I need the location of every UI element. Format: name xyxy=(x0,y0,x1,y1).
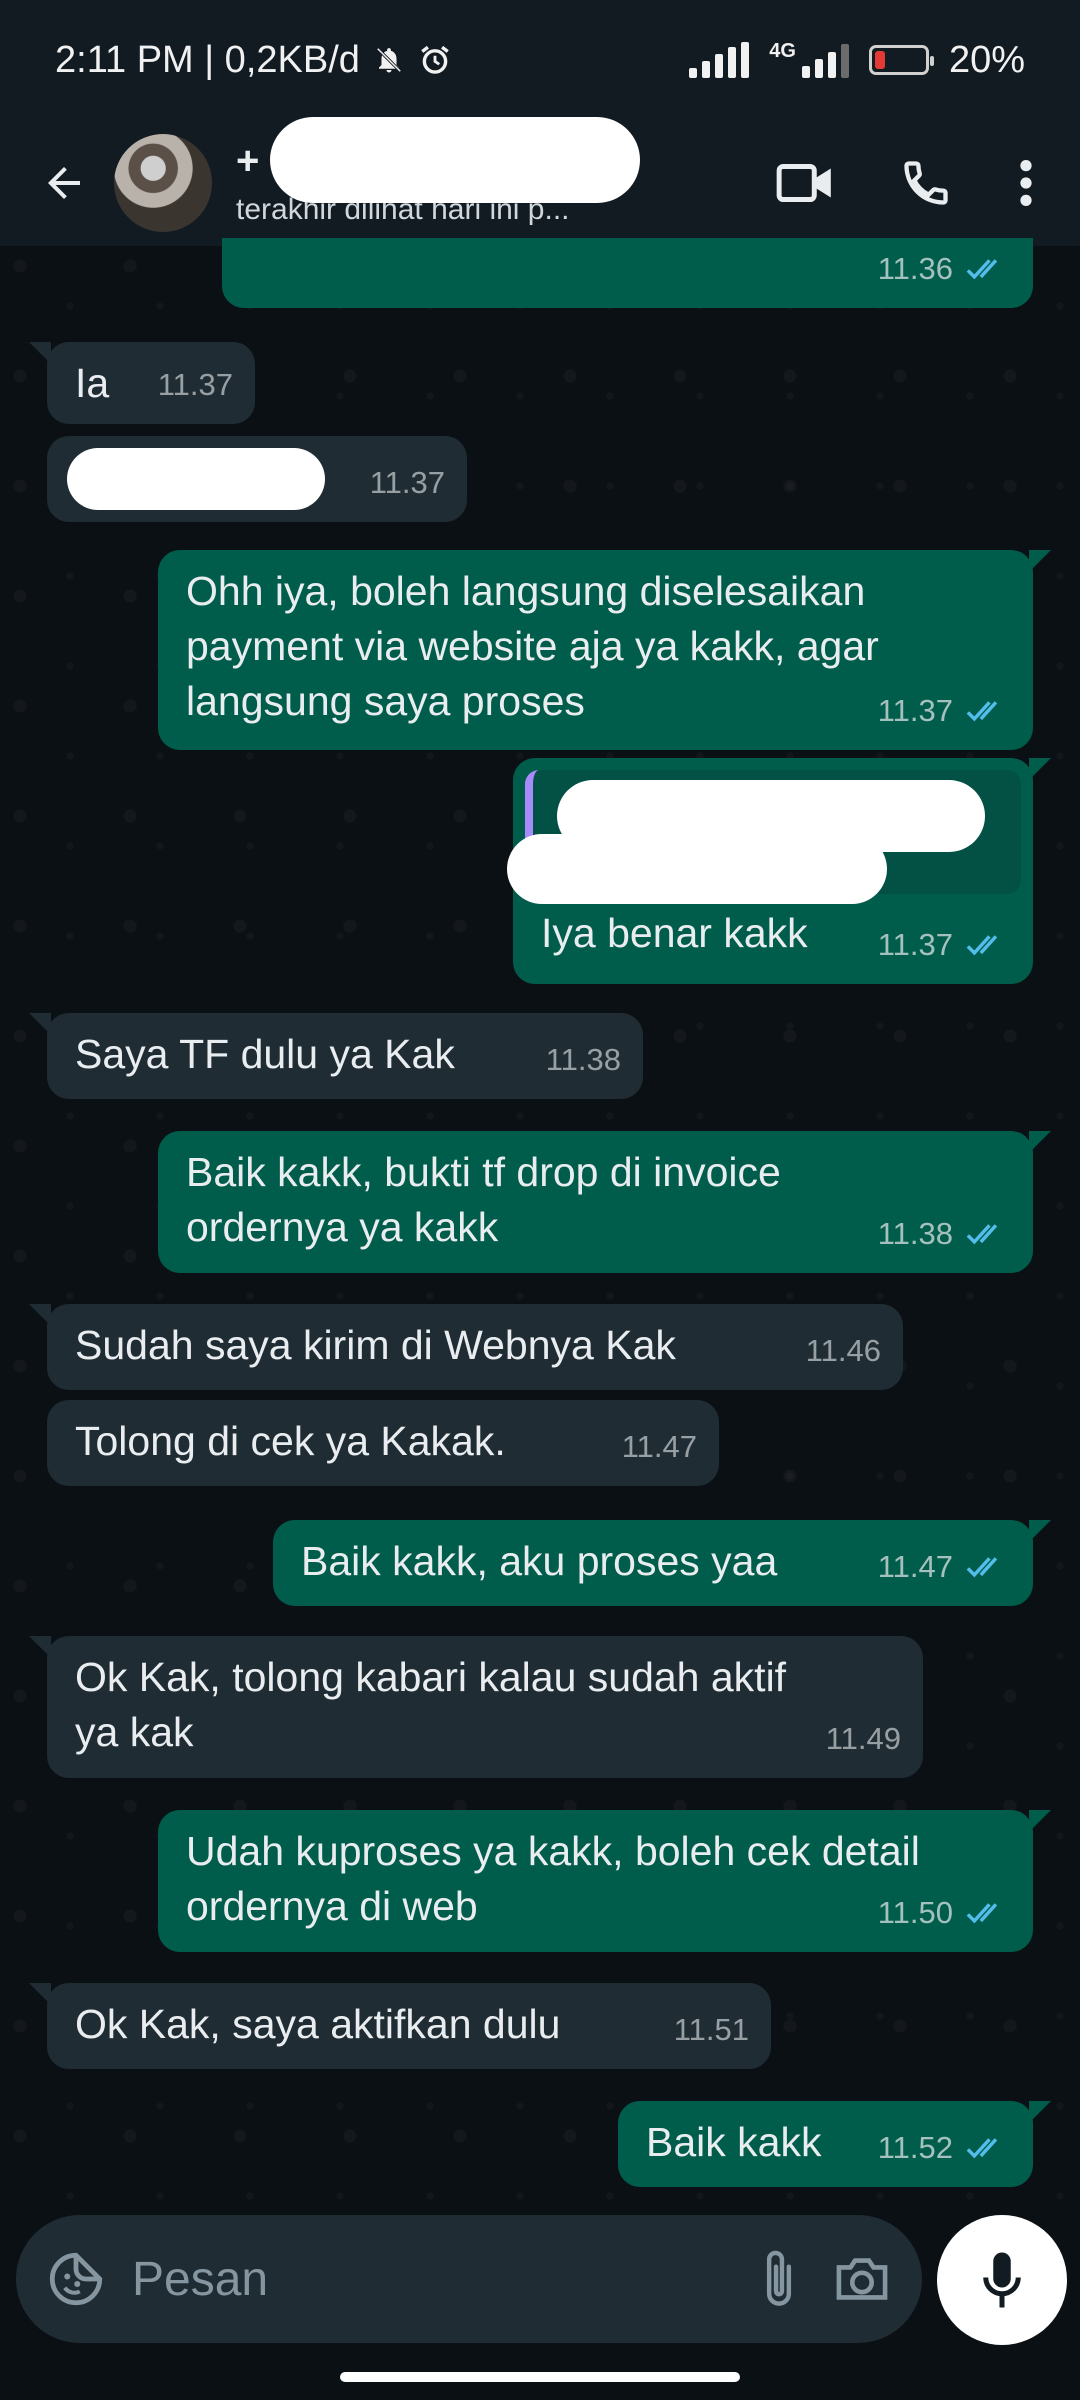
message-time: 11.49 xyxy=(825,1721,901,1756)
message-text: Saya TF dulu ya Kak xyxy=(75,1031,455,1077)
message-time: 11.37 xyxy=(369,465,445,500)
read-receipt-icon xyxy=(965,1220,1011,1248)
message-time: 11.37 xyxy=(877,693,953,728)
message-meta: 11.47 xyxy=(878,1539,1011,1594)
attach-icon xyxy=(766,2250,791,2306)
contact-name-prefix: + xyxy=(236,139,260,183)
message-time: 11.38 xyxy=(545,1042,621,1077)
read-receipt-icon xyxy=(965,1899,1011,1927)
message-composer xyxy=(16,2215,922,2343)
message-time: 11.36 xyxy=(877,251,953,286)
redacted-name xyxy=(270,117,640,203)
message-meta: 11.37 xyxy=(878,683,1011,738)
message-meta: 11.38 xyxy=(546,1032,621,1087)
contact-info[interactable]: + terakhir dilihat hari ini p... xyxy=(236,117,676,227)
read-receipt-icon xyxy=(965,1553,1011,1581)
read-receipt-icon xyxy=(965,255,1011,283)
battery-percent: 20% xyxy=(948,38,1025,81)
message-meta: 11.50 xyxy=(878,1885,1011,1940)
video-call-button[interactable] xyxy=(766,143,846,223)
camera-icon xyxy=(836,2258,888,2300)
message-bubble-outgoing[interactable]: Baik kakk, aku proses yaa 11.47 xyxy=(273,1520,1051,1606)
status-bar: 2:11 PM | 0,2KB/d 4G 20% xyxy=(0,0,1080,120)
message-text: Ok Kak, saya aktifkan dulu xyxy=(75,2001,561,2047)
contact-name: + xyxy=(236,117,676,203)
message-text: Ok Kak, tolong kabari kalau sudah aktif … xyxy=(75,1654,798,1755)
message-time: 11.47 xyxy=(621,1429,697,1464)
cellular-signal-icon xyxy=(801,42,849,78)
mute-notification-icon xyxy=(376,47,402,73)
message-meta: 11.52 xyxy=(878,2120,1011,2175)
message-bubble-incoming[interactable]: Ok Kak, tolong kabari kalau sudah aktif … xyxy=(29,1636,923,1778)
battery-icon xyxy=(868,45,934,75)
back-button[interactable] xyxy=(24,143,104,223)
message-text: Sudah saya kirim di Webnya Kak xyxy=(75,1322,676,1368)
message-meta: 11.46 xyxy=(806,1323,881,1378)
battery-level xyxy=(874,51,885,69)
message-bubble-incoming[interactable]: Sudah saya kirim di Webnya Kak 11.46 xyxy=(29,1304,903,1390)
message-meta: 11.38 xyxy=(878,1206,1011,1261)
message-bubble-incoming[interactable]: 11.37 xyxy=(47,436,467,522)
message-bubble-outgoing[interactable]: Iya benar kakk 11.37 xyxy=(507,758,1051,984)
message-meta: 11.37 xyxy=(370,455,445,510)
contact-avatar[interactable] xyxy=(114,134,212,232)
message-bubble-incoming[interactable]: Ia 11.37 xyxy=(29,342,255,424)
message-time: 11.50 xyxy=(877,1895,953,1930)
chat-header: + terakhir dilihat hari ini p... xyxy=(0,117,1080,246)
more-vert-icon xyxy=(1020,160,1032,206)
message-input[interactable] xyxy=(132,2251,753,2307)
more-options-button[interactable] xyxy=(1006,143,1046,223)
read-receipt-icon xyxy=(965,2134,1011,2162)
message-meta: 11.36 xyxy=(878,241,1011,296)
redacted-quote-text xyxy=(507,834,887,904)
message-meta: 11.37 xyxy=(878,917,1011,972)
voice-call-button[interactable] xyxy=(886,143,966,223)
attach-button[interactable] xyxy=(753,2247,804,2311)
wifi-signal-icon xyxy=(689,42,750,78)
message-bubble-incoming[interactable]: Tolong di cek ya Kakak. 11.47 xyxy=(47,1400,719,1486)
message-time: 11.51 xyxy=(673,2012,749,2047)
sticker-button[interactable] xyxy=(46,2247,106,2311)
message-time: 11.37 xyxy=(877,927,953,962)
message-bubble-outgoing[interactable]: Udah kuproses ya kakk, boleh cek detail … xyxy=(158,1810,1051,1952)
message-text: Iya benar kakk xyxy=(541,910,808,956)
message-bubble-incoming[interactable]: Saya TF dulu ya Kak 11.38 xyxy=(29,1013,643,1099)
back-arrow-icon xyxy=(48,167,80,199)
message-meta: 11.47 xyxy=(622,1419,697,1474)
camera-button[interactable] xyxy=(832,2247,892,2311)
message-bubble-outgoing[interactable]: Ohh iya, boleh langsung diselesaikan pay… xyxy=(158,550,1051,750)
read-receipt-icon xyxy=(965,697,1011,725)
mic-icon xyxy=(983,2252,1021,2308)
voice-message-button[interactable] xyxy=(937,2215,1067,2345)
alarm-icon xyxy=(421,45,449,74)
status-time: 2:11 PM | 0,2KB/d xyxy=(55,38,360,81)
phone-icon xyxy=(904,161,948,205)
message-meta: 11.37 xyxy=(158,357,233,412)
message-time: 11.47 xyxy=(877,1549,953,1584)
message-meta: 11.51 xyxy=(674,2002,749,2057)
message-text: Baik kakk, bukti tf drop di invoice orde… xyxy=(186,1149,793,1250)
message-time: 11.37 xyxy=(157,367,233,402)
message-text: Tolong di cek ya Kakak. xyxy=(75,1418,506,1464)
message-bubble-outgoing[interactable]: 11.36 xyxy=(222,238,1033,308)
message-time: 11.46 xyxy=(805,1333,881,1368)
message-bubble-incoming[interactable]: Ok Kak, saya aktifkan dulu 11.51 xyxy=(29,1983,771,2069)
message-bubble-outgoing[interactable]: Baik kakk, bukti tf drop di invoice orde… xyxy=(158,1131,1051,1273)
read-receipt-icon xyxy=(965,931,1011,959)
message-meta: 11.49 xyxy=(826,1711,901,1766)
video-call-icon xyxy=(776,163,831,203)
message-text: Ohh iya, boleh langsung diselesaikan pay… xyxy=(186,568,891,724)
home-indicator[interactable] xyxy=(340,2372,740,2382)
message-time: 11.52 xyxy=(877,2130,953,2165)
sticker-icon xyxy=(49,2252,103,2306)
redacted-text xyxy=(67,448,325,510)
message-time: 11.38 xyxy=(877,1216,953,1251)
network-type: 4G xyxy=(769,39,796,62)
message-bubble-outgoing[interactable]: Baik kakk 11.52 xyxy=(618,2101,1051,2187)
message-text: Udah kuproses ya kakk, boleh cek detail … xyxy=(186,1828,932,1929)
